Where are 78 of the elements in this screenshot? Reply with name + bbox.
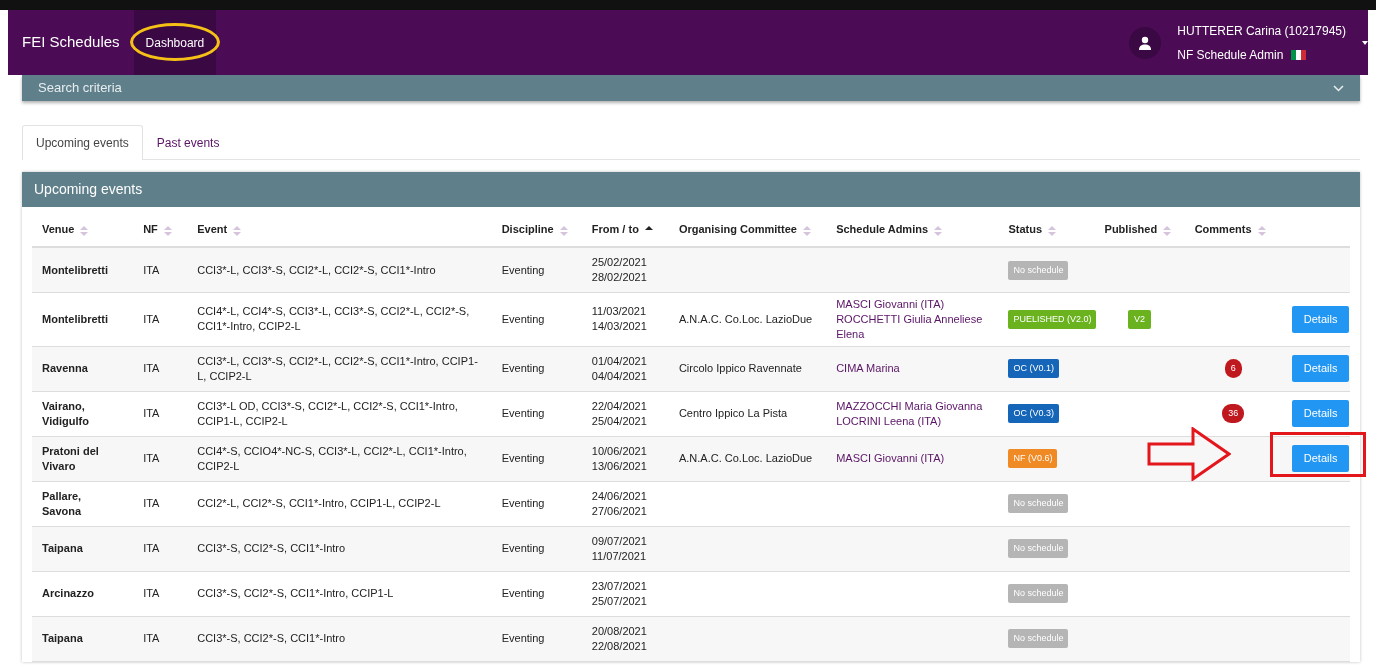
admin-link[interactable]: ROCCHETTI Giulia Anneliese Elena	[836, 311, 989, 342]
committee-cell: A.N.A.C. Co.Loc. LazioDue	[678, 312, 813, 325]
status-badge: No schedule	[1008, 494, 1069, 514]
status-badge: OC (V0.3)	[1008, 404, 1059, 424]
date-range: 10/06/2021 13/06/2021	[591, 443, 648, 474]
date-range: 22/04/2021 25/04/2021	[591, 398, 648, 429]
status-badge: OC (V0.1)	[1008, 359, 1059, 379]
date-range: 20/08/2021 22/08/2021	[591, 623, 648, 654]
status-badge: No schedule	[1008, 260, 1069, 280]
venue-cell: Montelibretti	[42, 312, 108, 325]
event-cell: CCI3*-L, CCI3*-S, CCI2*-L, CCI2*-S, CCI1*-Intro	[197, 263, 436, 276]
status-badge: NF (V0.6)	[1008, 449, 1058, 469]
nf-cell: ITA	[143, 312, 160, 325]
nf-cell: ITA	[143, 542, 160, 555]
date-range: 25/02/2021 28/02/2021	[591, 255, 648, 286]
venue-cell: Pratoni del Vivaro	[42, 444, 99, 472]
venue-cell: Montelibretti	[42, 263, 108, 276]
user-icon	[1138, 35, 1153, 50]
date-range: 11/03/2021 14/03/2021	[591, 304, 648, 335]
discipline-cell: Eventing	[501, 312, 545, 325]
event-cell: CCI4*-L, CCI4*-S, CCI3*-L, CCI3*-S, CCI2*-L, CCI2*-S, CCI1*-Intro, CCIP2-L	[197, 305, 470, 333]
venue-cell: Vairano, Vidigulfo	[42, 399, 89, 427]
nf-cell: ITA	[143, 362, 160, 375]
chevron-icon[interactable]	[1333, 84, 1344, 92]
venue-cell: Ravenna	[42, 362, 88, 375]
nav-tab[interactable]: Dashboard	[133, 10, 217, 75]
event-cell: CCI3*-S, CCI2*-S, CCI1*-Intro, CCIP1-L	[197, 587, 394, 600]
published-badge: V2	[1128, 309, 1152, 329]
panel-header: Upcoming events	[22, 172, 1360, 207]
discipline-cell: Eventing	[501, 497, 545, 510]
status-badge: No schedule	[1008, 584, 1069, 604]
discipline-cell: Eventing	[501, 263, 545, 276]
committee-cell: Centro Ippico La Pista	[678, 407, 788, 420]
discipline-cell: Eventing	[501, 632, 545, 645]
arrow-icon	[1146, 427, 1231, 482]
discipline-cell: Eventing	[501, 362, 545, 375]
committee-cell: Circolo Ippico Ravennate	[678, 362, 802, 375]
venue-cell: Arcinazzo	[42, 587, 94, 600]
nf-cell: ITA	[143, 452, 160, 465]
user-name: HUTTERER Carina (10217945)	[1177, 22, 1346, 40]
flag-icon	[1291, 49, 1307, 60]
date-range: 23/07/2021 25/07/2021	[591, 578, 648, 609]
event-cell: CCI3*-L, CCI3*-S, CCI2*-L, CCI2*-S, CCI1*-Intro, CCIP1-L, CCIP2-L	[197, 354, 478, 382]
nf-cell: ITA	[143, 263, 160, 276]
search-criteria-bar[interactable]: Search criteria	[22, 75, 1360, 101]
app-brand[interactable]: FEI Schedules	[8, 31, 134, 54]
admin-link[interactable]: MASCI Giovanni (ITA)	[836, 296, 989, 312]
user-role: NF Schedule Admin	[1177, 46, 1284, 64]
venue-cell: Taipana	[42, 632, 83, 645]
nf-cell: ITA	[143, 587, 160, 600]
tab[interactable]: Upcoming events	[22, 125, 143, 160]
event-cell: CCI4*-S, CCIO4*-NC-S, CCI3*-L, CCI2*-L, CCI1*-Intro, CCIP2-L	[197, 444, 467, 472]
committee-cell: A.N.A.C. Co.Loc. LazioDue	[678, 452, 813, 465]
date-range: 01/04/2021 04/04/2021	[591, 353, 648, 384]
discipline-cell: Eventing	[501, 407, 545, 420]
event-cell: CCI2*-L, CCI2*-S, CCI1*-Intro, CCIP1-L, CCIP2-L	[197, 497, 441, 510]
date-range: 09/07/2021 11/07/2021	[591, 533, 648, 564]
nf-cell: ITA	[143, 407, 160, 420]
nf-cell: ITA	[143, 497, 160, 510]
admin-link[interactable]: MAZZOCCHI Maria Giovanna	[836, 398, 989, 414]
event-cell: CCI3*-S, CCI2*-S, CCI1*-Intro	[197, 542, 346, 555]
venue-cell: Taipana	[42, 542, 83, 555]
discipline-cell: Eventing	[501, 452, 545, 465]
user-avatar[interactable]	[1129, 26, 1162, 59]
status-badge: PUELISHED (V2.0)	[1008, 309, 1097, 329]
event-cell: CCI3*-L OD, CCI3*-S, CCI2*-L, CCI2*-S, CCI1*-Intro, CCIP1-L, CCIP2-L	[197, 399, 458, 427]
comment-count: 36	[1222, 404, 1245, 424]
nf-cell: ITA	[143, 632, 160, 645]
date-range: 24/06/2021 27/06/2021	[591, 488, 648, 519]
discipline-cell: Eventing	[501, 542, 545, 555]
discipline-cell: Eventing	[501, 587, 545, 600]
comment-count: 6	[1224, 359, 1242, 379]
event-cell: CCI3*-S, CCI2*-S, CCI1*-Intro	[197, 632, 346, 645]
tab[interactable]: Past events	[142, 125, 234, 160]
venue-cell: Pallare, Savona	[42, 489, 82, 517]
status-badge: No schedule	[1008, 629, 1069, 649]
admin-link[interactable]: LOCRINI Leena (ITA)	[836, 413, 989, 429]
status-badge: No schedule	[1008, 539, 1069, 559]
